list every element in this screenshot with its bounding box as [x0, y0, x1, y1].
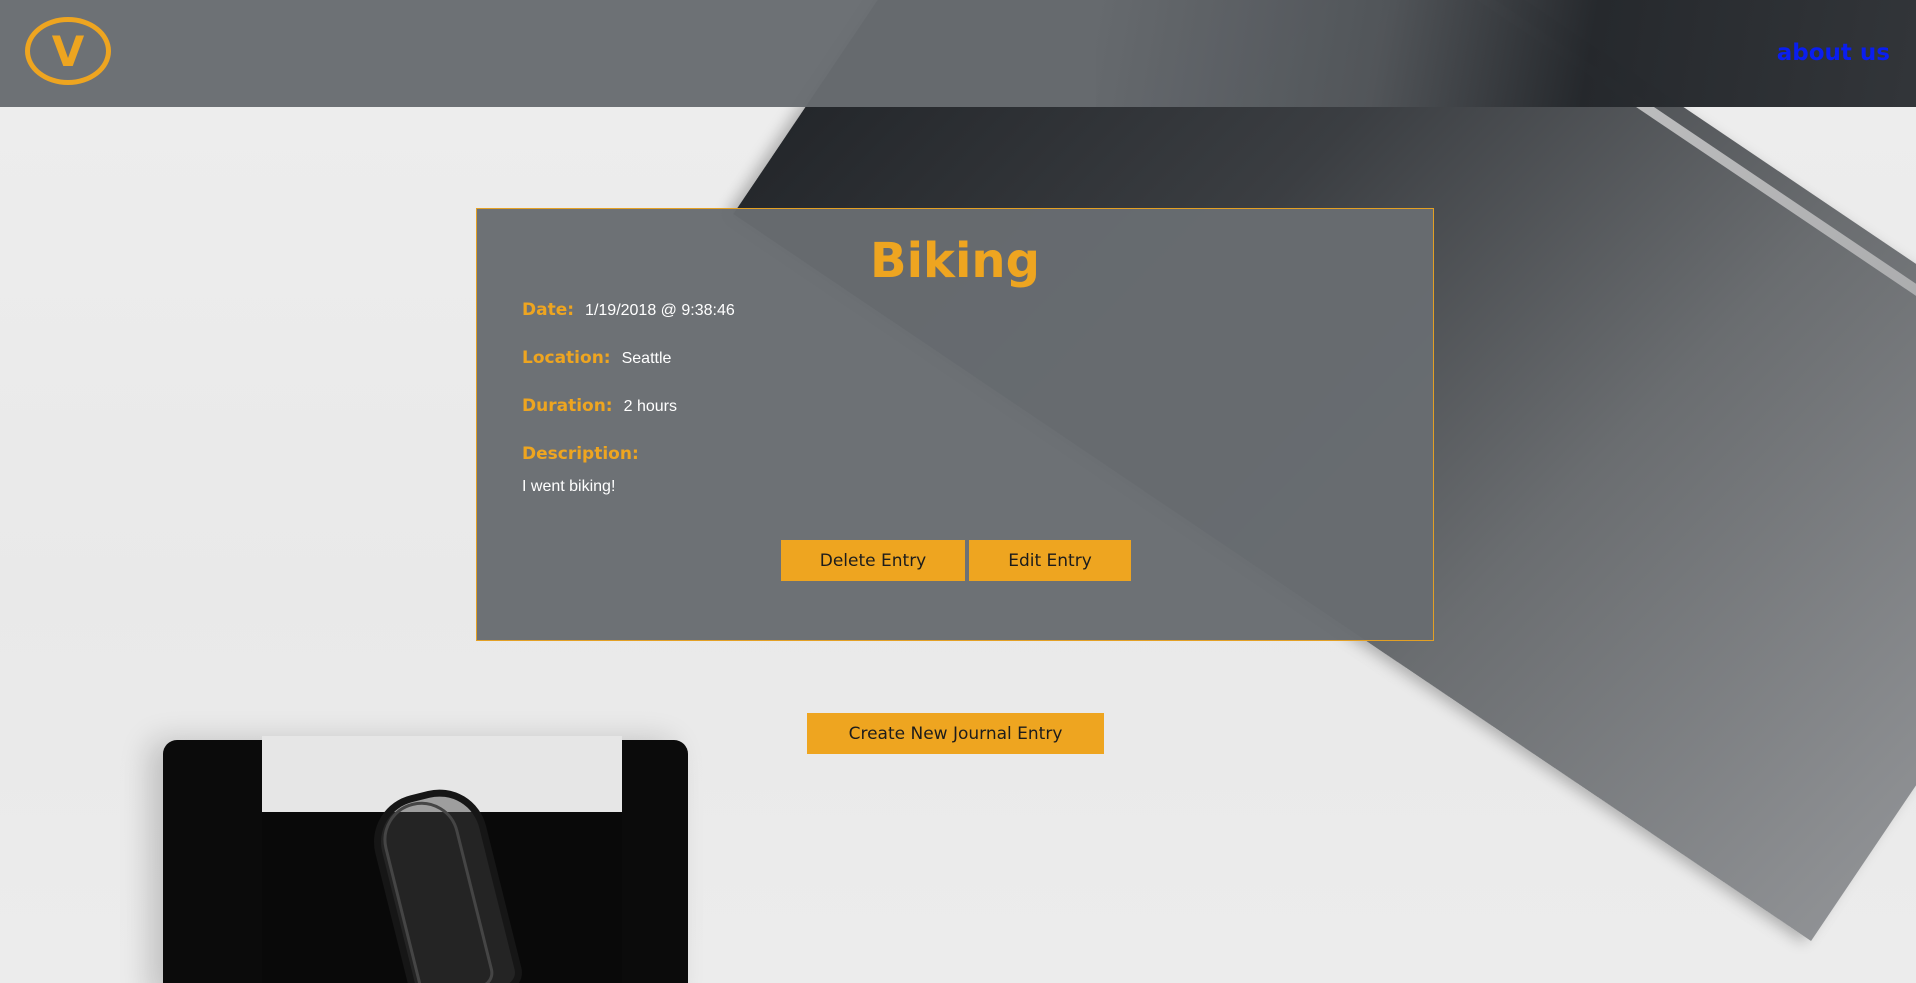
description-label: Description: — [522, 444, 639, 464]
top-header: V about us — [0, 0, 1916, 107]
entry-title: Biking — [870, 233, 1040, 289]
logo[interactable]: V — [25, 17, 111, 85]
duration-label: Duration: — [522, 396, 613, 416]
duration-value: 2 hours — [623, 398, 677, 415]
location-value: Seattle — [621, 350, 672, 367]
location-row: Location: Seattle — [522, 348, 671, 368]
logo-letter: V — [51, 27, 85, 76]
description-value: I went biking! — [522, 478, 616, 495]
date-value: 1/19/2018 @ 9:38:46 — [585, 302, 735, 319]
edit-entry-button[interactable]: Edit Entry — [969, 540, 1131, 581]
date-label: Date: — [522, 300, 575, 320]
description-row: Description: — [522, 444, 650, 464]
delete-entry-button[interactable]: Delete Entry — [781, 540, 965, 581]
journal-entry-card: Biking Date: 1/19/2018 @ 9:38:46 Locatio… — [476, 208, 1434, 641]
duration-row: Duration: 2 hours — [522, 396, 677, 416]
date-row: Date: 1/19/2018 @ 9:38:46 — [522, 300, 735, 320]
about-us-link[interactable]: about us — [1777, 40, 1890, 66]
create-new-entry-button[interactable]: Create New Journal Entry — [807, 713, 1104, 754]
location-label: Location: — [522, 348, 611, 368]
